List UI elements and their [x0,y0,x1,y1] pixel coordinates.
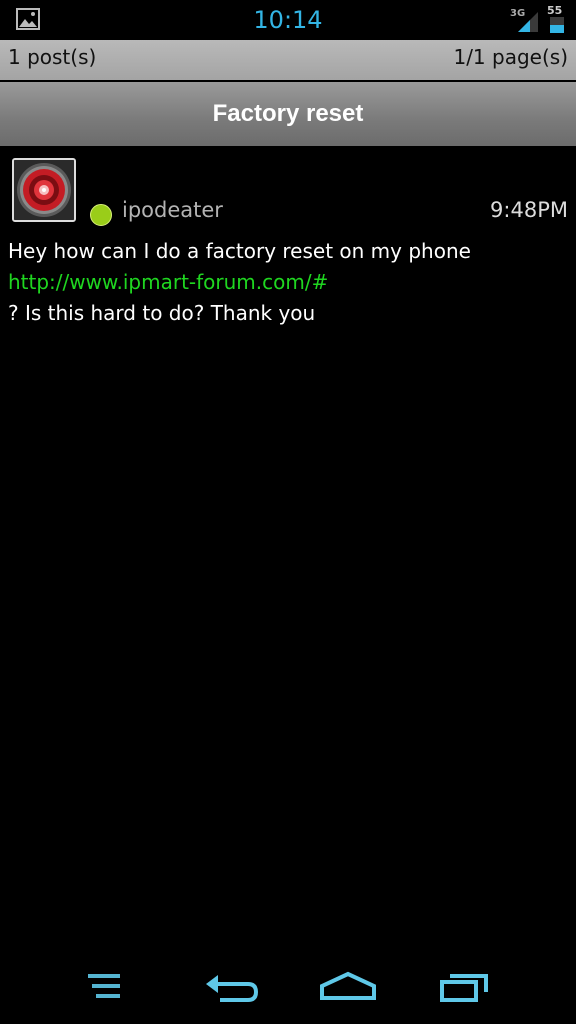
post-text-line-2: ? Is this hard to do? Thank you [8,301,316,325]
post-body: Hey how can I do a factory reset on my p… [8,236,568,329]
avatar[interactable] [12,158,76,222]
status-clock: 10:14 [253,6,323,34]
pagination-bar: 1 post(s) 1/1 page(s) [0,40,576,80]
page-count: 1/1 page(s) [453,45,568,69]
post-timestamp: 9:48PM [490,198,568,222]
network-type-label: 3G [510,8,525,19]
status-bar: 10:14 3G 55 [0,0,576,40]
battery-level-label: 55 [547,4,562,17]
battery-icon: 55 [547,4,564,33]
online-status-icon [90,204,112,226]
recent-apps-icon[interactable] [428,962,508,1010]
thread-title: Factory reset [212,100,364,127]
thread-title-bar: Factory reset [0,82,576,146]
post-username[interactable]: ipodeater [122,198,223,222]
post-link[interactable]: http://www.ipmart-forum.com/# [8,267,568,298]
back-icon[interactable] [192,962,272,1010]
menu-icon[interactable] [78,962,158,1010]
avatar-target-icon [14,160,74,220]
post-text-line-1: Hey how can I do a factory reset on my p… [8,239,471,263]
system-nav-bar [0,948,576,1024]
home-icon[interactable] [308,962,388,1010]
signal-icon: 3G [510,8,538,32]
post-count: 1 post(s) [8,45,97,69]
